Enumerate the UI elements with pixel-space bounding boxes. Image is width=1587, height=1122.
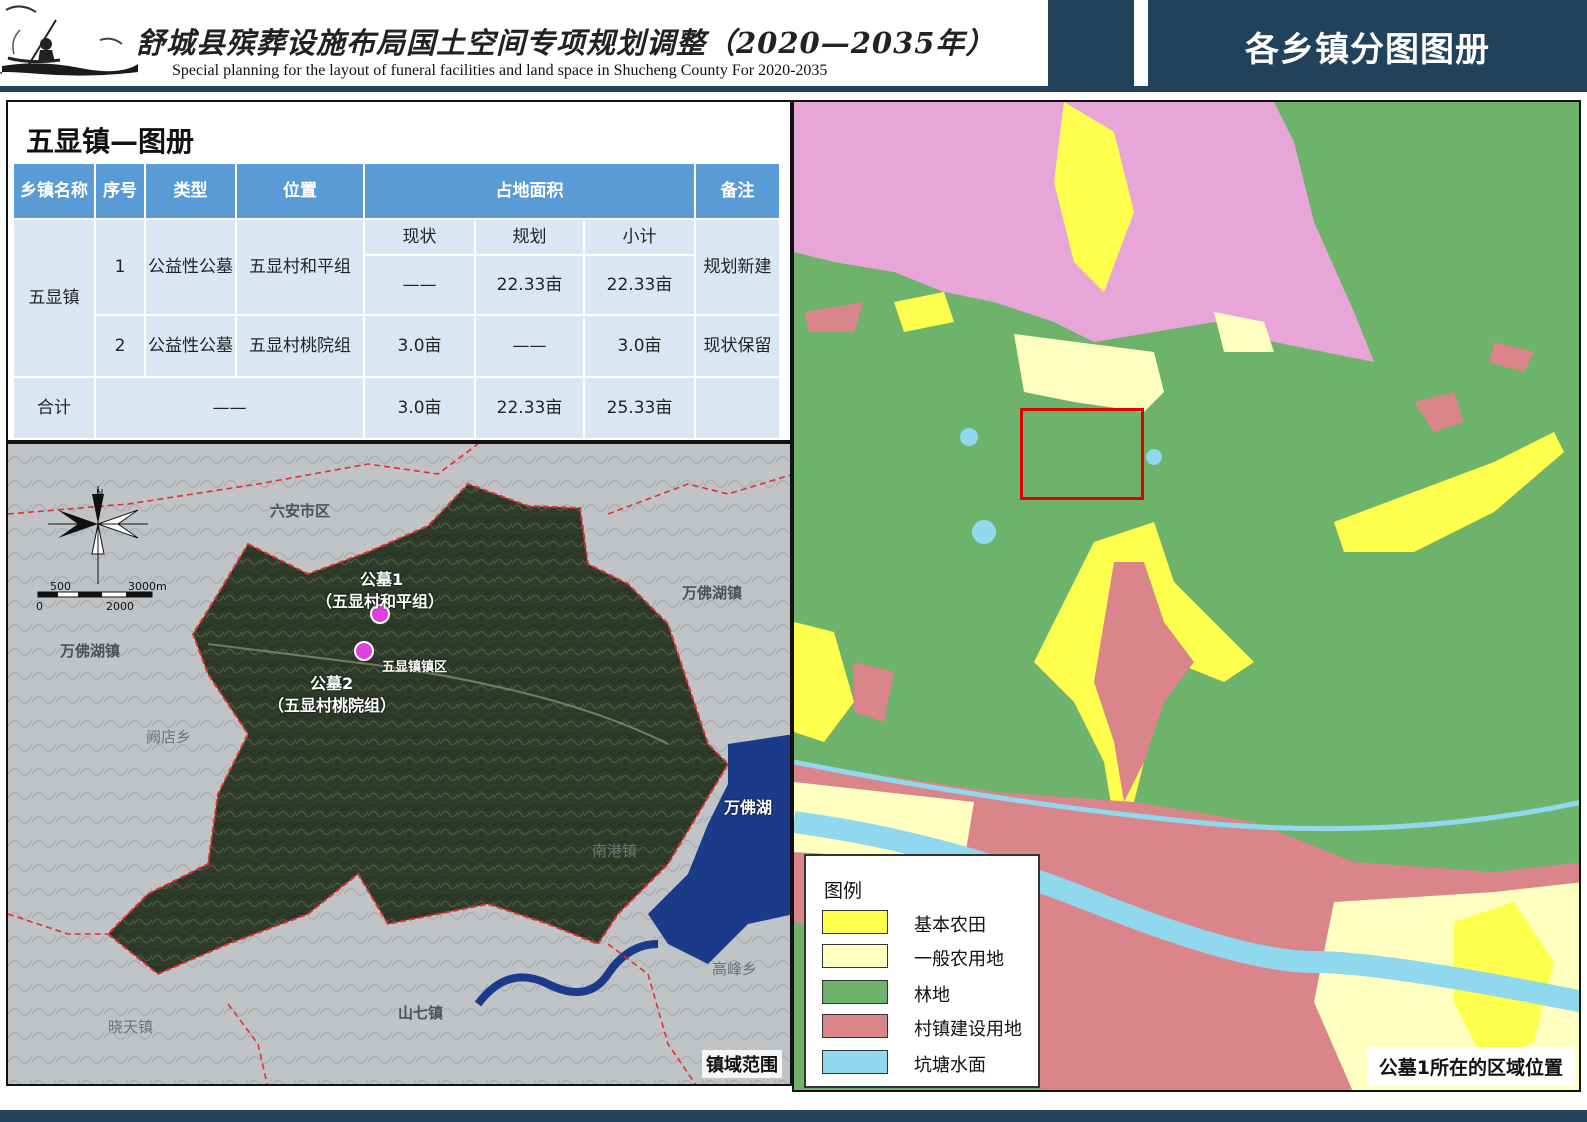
col-header-location: 位置	[235, 162, 365, 220]
neighbor-label-wanfohu-west: 万佛湖镇	[60, 642, 121, 660]
legend-item-village-construction: 村镇建设用地	[822, 1014, 1032, 1040]
neighbor-label-gaofeng: 高峰乡	[712, 960, 758, 978]
legend-swatch	[822, 1050, 888, 1074]
footer-bar	[0, 1110, 1587, 1122]
table-cell-location: 五显村和平组	[235, 218, 365, 316]
table-cell-total-mid: ——	[94, 376, 365, 440]
table-cell-total-current: 3.0亩	[363, 376, 476, 440]
landuse-map-caption: 公墓1所在的区域位置	[1366, 1047, 1575, 1086]
scale-label-3000: 3000m	[128, 580, 167, 593]
legend-label: 村镇建设用地	[914, 1019, 1022, 1040]
table-cell-total-subtotal: 25.33亩	[582, 376, 697, 440]
page-title: 舒城县殡葬设施布局国土空间专项规划调整（2020—2035年）	[136, 26, 996, 60]
neighbor-label-shanqi: 山七镇	[398, 1004, 444, 1022]
table-cell-town: 五显镇	[12, 218, 96, 378]
col-header-town: 乡镇名称	[12, 162, 96, 220]
table-cell-subtotal: 22.33亩	[582, 254, 697, 316]
legend-label: 坑塘水面	[914, 1055, 986, 1076]
col-header-note: 备注	[694, 162, 782, 220]
table-cell-note: 规划新建	[694, 218, 782, 316]
col-header-seq: 序号	[94, 162, 146, 220]
table-cell-total-label: 合计	[12, 376, 96, 440]
subheader-planned: 规划	[474, 218, 585, 256]
pond-water	[960, 428, 978, 446]
table-cell-current: ——	[363, 254, 476, 316]
legend-item-basic-farmland: 基本农田	[822, 910, 1032, 936]
boatman-logo-icon	[0, 5, 138, 76]
col-header-area: 占地面积	[362, 162, 697, 220]
landuse-map: 图例 基本农田 一般农用地 林地 村镇建设用地 坑塘水面 公墓1所在的区域位置	[792, 100, 1581, 1092]
table-cell-subtotal: 3.0亩	[582, 314, 697, 378]
town-map-caption: 镇域范围	[702, 1050, 782, 1078]
label-north: N	[96, 488, 104, 499]
cemetery-table-panel: 五显镇—图册 乡镇名称 序号 类型 位置 占地面积 备注 五显镇 1 公益性公墓…	[6, 100, 792, 442]
table-cell-note: 现状保留	[694, 314, 782, 378]
neighbor-label-luan: 六安市区	[270, 502, 331, 520]
page-subtitle-en: Special planning for the layout of funer…	[172, 62, 828, 79]
legend-label: 林地	[914, 985, 950, 1006]
cemetery-2-detail: （五显村桃院组）	[268, 696, 397, 715]
header-banner: 舒城县殡葬设施布局国土空间专项规划调整（2020—2035年） Special …	[0, 0, 1048, 86]
neighbor-label-kandian: 阙店乡	[146, 728, 192, 746]
scale-label-0: 0	[36, 600, 43, 613]
table-cell-planned: ——	[474, 314, 585, 378]
lake-label-wanfohu: 万佛湖	[724, 798, 773, 817]
legend-swatch	[822, 980, 888, 1004]
subheader-current: 现状	[363, 218, 476, 256]
map-legend: 图例 基本农田 一般农用地 林地 村镇建设用地 坑塘水面	[804, 854, 1040, 1088]
header-rule	[0, 86, 1587, 92]
neighbor-label-xiaotian: 晓天镇	[108, 1018, 154, 1036]
legend-label: 基本农田	[914, 915, 986, 936]
legend-item-forest: 林地	[822, 980, 1032, 1006]
table-cell-planned: 22.33亩	[474, 254, 585, 316]
legend-swatch	[822, 1014, 888, 1038]
panel-title: 五显镇—图册	[26, 125, 195, 158]
header-section: 各乡镇分图图册	[1148, 0, 1587, 86]
scale-label-2000: 2000	[106, 600, 134, 613]
subheader-subtotal: 小计	[582, 218, 697, 256]
cemetery-table: 乡镇名称 序号 类型 位置 占地面积 备注 五显镇 1 公益性公墓 五显村和平组…	[12, 162, 782, 440]
legend-item-general-farmland: 一般农用地	[822, 944, 1032, 970]
cemetery-1-detail: （五显村和平组）	[316, 592, 445, 611]
town-map-graphic	[8, 444, 790, 1084]
neighbor-label-wanfohu-east: 万佛湖镇	[682, 584, 743, 602]
pond-water	[972, 520, 996, 544]
legend-swatch	[822, 910, 888, 934]
header-separator	[1048, 0, 1142, 86]
cemetery-2-marker-icon	[354, 641, 374, 661]
legend-label: 一般农用地	[914, 949, 1004, 970]
cemetery-2-label: 公墓2	[310, 674, 354, 693]
neighbor-label-nangang: 南港镇	[592, 842, 638, 860]
table-cell-total-note	[694, 376, 782, 440]
cemetery-1-locator-box	[1020, 408, 1144, 500]
table-cell-seq: 2	[94, 314, 146, 378]
table-cell-type: 公益性公墓	[144, 218, 237, 316]
table-cell-type: 公益性公墓	[144, 314, 237, 378]
town-boundary-map: N 500 3000m 0 2000 六安市区 万佛湖镇 万佛湖镇 阙店乡 万佛…	[6, 442, 792, 1086]
table-cell-location: 五显村桃院组	[235, 314, 365, 378]
legend-swatch	[822, 944, 888, 968]
town-center-label: 五显镇镇区	[382, 660, 448, 675]
table-cell-current: 3.0亩	[363, 314, 476, 378]
pond-water	[1146, 449, 1162, 465]
table-cell-seq: 1	[94, 218, 146, 316]
cemetery-1-label: 公墓1	[360, 570, 404, 589]
col-header-type: 类型	[144, 162, 237, 220]
legend-title: 图例	[824, 880, 863, 902]
legend-item-pond-water: 坑塘水面	[822, 1050, 1032, 1076]
section-title: 各乡镇分图图册	[1245, 30, 1490, 70]
table-cell-total-planned: 22.33亩	[474, 376, 585, 440]
scale-label-500: 500	[50, 580, 71, 593]
